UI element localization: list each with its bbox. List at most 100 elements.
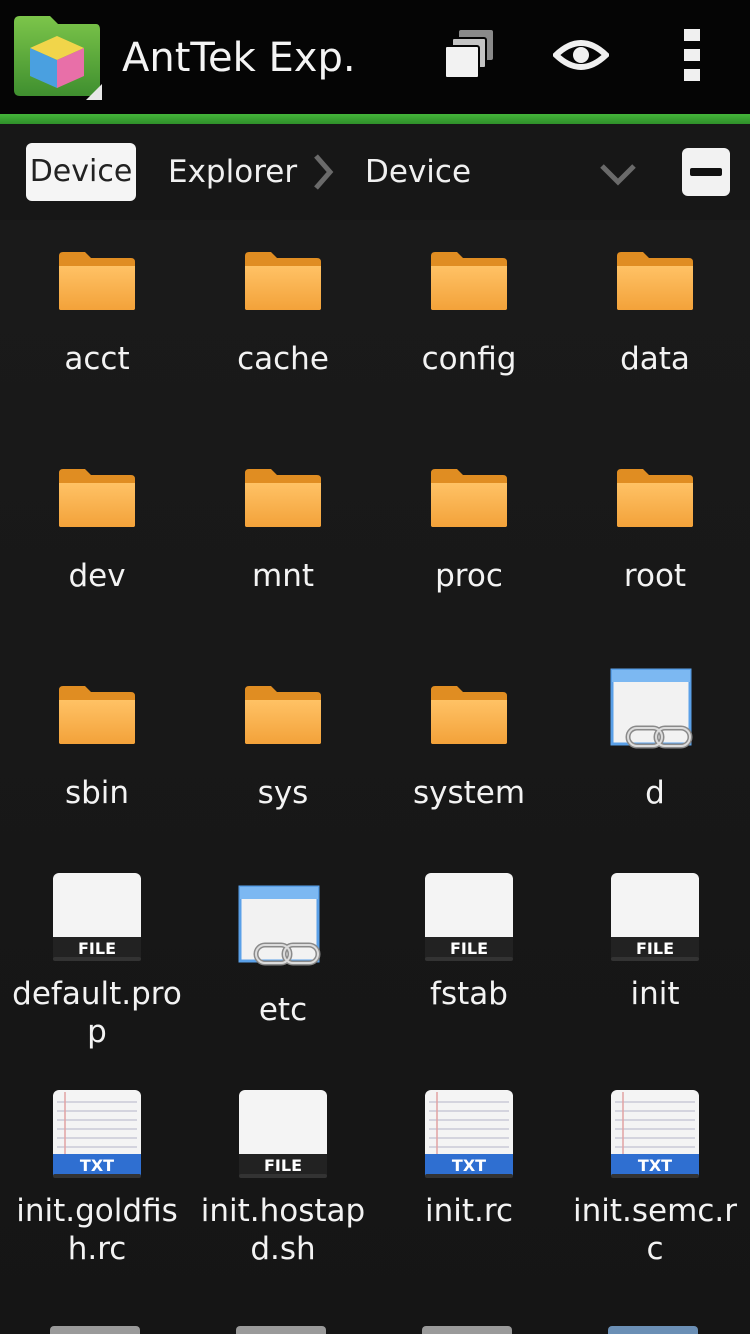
item-icon: TXT: [562, 1088, 748, 1188]
file-item-root[interactable]: root: [562, 437, 748, 654]
item-icon: [562, 668, 748, 768]
file-item-init-semc-rc[interactable]: TXT init.semc.rc: [562, 1088, 748, 1305]
folder-icon: [59, 686, 135, 744]
folder-icon: [617, 252, 693, 310]
windows-stack-icon: [444, 30, 493, 79]
item-icon: FILE: [376, 871, 562, 971]
folder-icon: [59, 469, 135, 527]
item-name: system: [412, 775, 526, 811]
item-icon: [190, 467, 376, 567]
file-item-sys[interactable]: sys: [190, 654, 376, 871]
folder-icon: [617, 469, 693, 527]
svg-text:FILE: FILE: [450, 939, 488, 958]
item-icon: FILE: [4, 871, 190, 971]
file-item-d[interactable]: d: [562, 654, 748, 871]
item-name: etc: [258, 992, 308, 1028]
windows-button[interactable]: [434, 20, 504, 90]
svg-text:TXT: TXT: [452, 1156, 486, 1175]
item-name: init.hostapd.sh: [200, 1193, 366, 1267]
item-name: dev: [68, 558, 126, 594]
item-name: init.goldfish.rc: [16, 1193, 178, 1267]
path-bar: Device Explorer Device: [0, 124, 750, 220]
item-name: proc: [435, 558, 503, 594]
partial-item-icon: [608, 1326, 698, 1334]
file-item-init-hostapd-sh[interactable]: FILE init.hostapd.sh: [190, 1088, 376, 1305]
folder-icon: [431, 252, 507, 310]
item-icon: TXT: [376, 1088, 562, 1188]
file-item-etc[interactable]: etc: [190, 871, 376, 1088]
symlink-icon: [238, 885, 321, 966]
item-name: sbin: [64, 775, 130, 811]
folder-icon: [245, 252, 321, 310]
file-item-proc[interactable]: proc: [376, 437, 562, 654]
view-button[interactable]: [546, 20, 616, 90]
item-name: d: [645, 775, 665, 811]
symlink-icon: [610, 668, 693, 749]
file-item-sbin[interactable]: sbin: [4, 654, 190, 871]
file-item-system[interactable]: system: [376, 654, 562, 871]
item-name: init.semc.rc: [573, 1193, 737, 1267]
svg-text:TXT: TXT: [638, 1156, 672, 1175]
file-item-init[interactable]: FILE init: [562, 871, 748, 1088]
item-icon: FILE: [562, 871, 748, 971]
partial-item-icon: [236, 1326, 326, 1334]
folder-icon: [431, 469, 507, 527]
file-icon: FILE: [425, 873, 513, 961]
file-item-mnt[interactable]: mnt: [190, 437, 376, 654]
partial-item-icon: [50, 1326, 140, 1334]
breadcrumb-explorer[interactable]: Explorer: [168, 150, 297, 194]
file-item-config[interactable]: config: [376, 220, 562, 437]
item-icon: TXT: [4, 1088, 190, 1188]
file-icon: TXT: [611, 1090, 699, 1178]
chevron-right-icon: [314, 154, 334, 190]
item-name: root: [623, 558, 687, 594]
app-title: AntTek Exp.: [122, 35, 356, 81]
file-item-dev[interactable]: dev: [4, 437, 190, 654]
item-icon: [376, 684, 562, 784]
item-icon: [190, 250, 376, 350]
storage-chip[interactable]: Device: [26, 143, 136, 201]
item-icon: [4, 250, 190, 350]
overflow-menu-button[interactable]: [658, 20, 728, 90]
item-icon: [4, 467, 190, 567]
item-name: mnt: [252, 558, 314, 594]
accent-bar: [0, 114, 750, 124]
file-icon: TXT: [53, 1090, 141, 1178]
item-name: sys: [257, 775, 309, 811]
item-name: default.prop: [12, 976, 182, 1050]
item-icon: [190, 885, 376, 985]
folder-icon: [245, 469, 321, 527]
file-grid: acct cache config data dev mnt proc root sbin sys…: [0, 220, 750, 1334]
svg-text:FILE: FILE: [636, 939, 674, 958]
file-item-init-rc[interactable]: TXT init.rc: [376, 1088, 562, 1305]
item-icon: [376, 250, 562, 350]
item-icon: FILE: [190, 1088, 376, 1188]
item-icon: [4, 684, 190, 784]
breadcrumb-device[interactable]: Device: [365, 150, 471, 194]
item-icon: [376, 467, 562, 567]
app-logo-icon[interactable]: [12, 14, 102, 102]
eye-icon: [553, 40, 609, 70]
item-icon: [190, 684, 376, 784]
svg-text:FILE: FILE: [264, 1156, 302, 1175]
item-name: fstab: [430, 976, 508, 1012]
file-icon: TXT: [425, 1090, 513, 1178]
file-icon: FILE: [611, 873, 699, 961]
item-name: init.rc: [425, 1193, 513, 1229]
overflow-menu-icon: [684, 29, 700, 81]
folder-icon: [431, 686, 507, 744]
file-item-init-goldfish-rc[interactable]: TXT init.goldfish.rc: [4, 1088, 190, 1305]
file-item-data[interactable]: data: [562, 220, 748, 437]
file-icon: FILE: [239, 1090, 327, 1178]
chevron-down-icon[interactable]: [596, 154, 640, 194]
item-name: data: [620, 341, 690, 377]
file-item-acct[interactable]: acct: [4, 220, 190, 437]
svg-text:TXT: TXT: [80, 1156, 114, 1175]
file-item-fstab[interactable]: FILE fstab: [376, 871, 562, 1088]
minus-icon: [690, 168, 722, 176]
file-item-default-prop[interactable]: FILE default.prop: [4, 871, 190, 1088]
collapse-button[interactable]: [682, 148, 730, 196]
folder-icon: [245, 686, 321, 744]
item-name: cache: [237, 341, 329, 377]
file-item-cache[interactable]: cache: [190, 220, 376, 437]
